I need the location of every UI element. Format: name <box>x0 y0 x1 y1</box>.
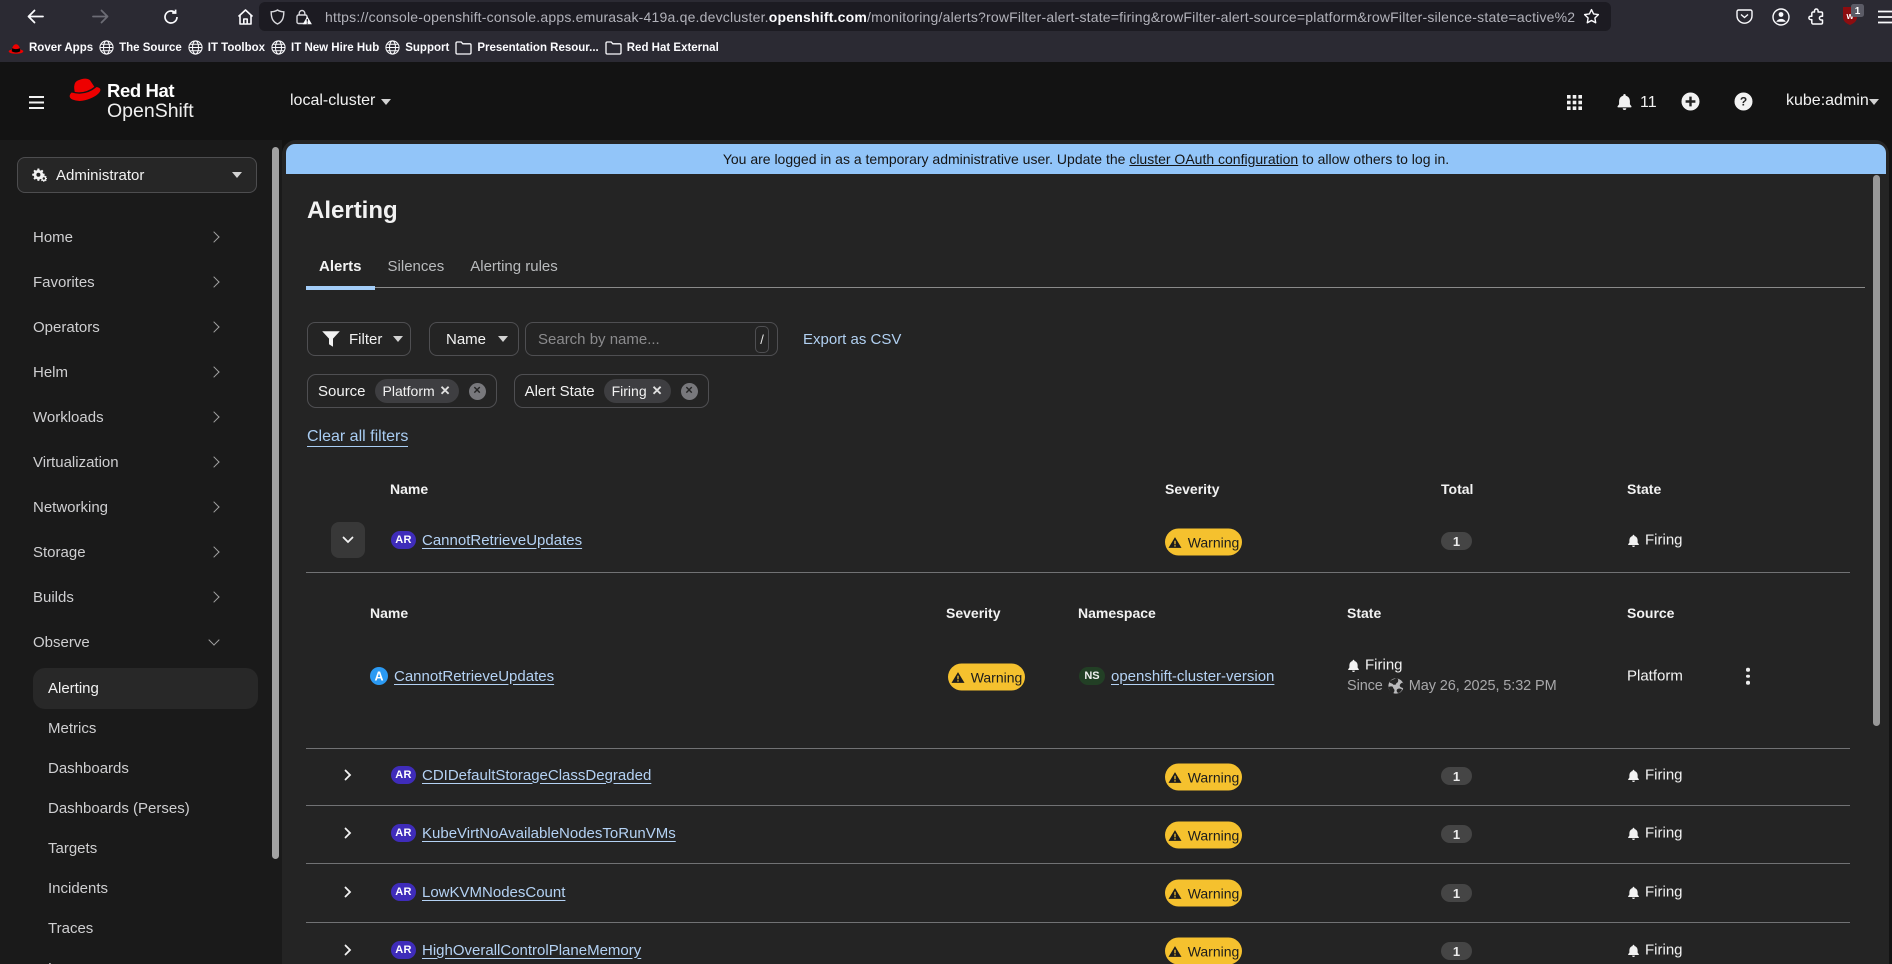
svg-text:OpenShift: OpenShift <box>107 100 194 122</box>
svg-text:1: 1 <box>1855 6 1861 17</box>
svg-text:Red Hat: Red Hat <box>107 80 174 101</box>
svg-text:?: ? <box>1740 95 1747 109</box>
svg-text:A: A <box>374 670 383 684</box>
